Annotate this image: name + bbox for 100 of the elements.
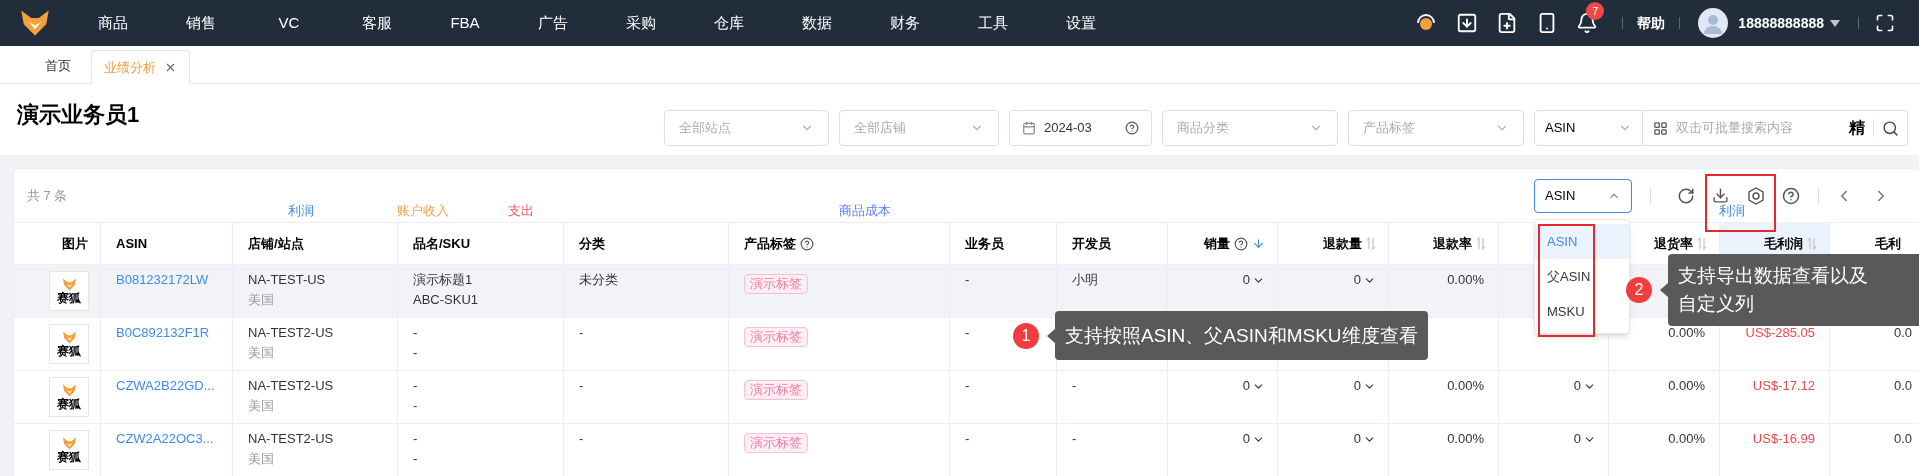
product-tag: 演示标签 xyxy=(744,274,808,294)
column-group-label: 利润 xyxy=(1719,203,1745,219)
column-group-label: 账户收入 xyxy=(397,203,449,219)
avatar[interactable] xyxy=(1698,8,1729,38)
help-icon[interactable] xyxy=(1234,236,1248,251)
cell-text: - xyxy=(579,431,584,446)
page-tab[interactable]: 首页 xyxy=(33,49,83,83)
product-tag: 演示标签 xyxy=(744,380,808,400)
nav-menu-item[interactable]: VC xyxy=(245,11,333,35)
settings-icon[interactable] xyxy=(1747,186,1765,205)
cell-text: - xyxy=(965,378,970,393)
product-name: - xyxy=(413,324,418,342)
search-field[interactable]: 双击可批量搜索内容 精 xyxy=(1643,110,1908,146)
cell-text: - xyxy=(579,325,584,340)
tooltip-arrow xyxy=(1660,283,1668,297)
search-type-select[interactable]: ASIN xyxy=(1534,110,1643,146)
count-dropdown[interactable]: 0 xyxy=(1353,270,1376,290)
fox-logo-icon xyxy=(61,277,77,291)
count-dropdown[interactable]: 0 xyxy=(1242,429,1265,449)
thumbnail-caption: 赛狐 xyxy=(57,290,81,305)
close-icon[interactable] xyxy=(164,61,177,74)
count-dropdown[interactable]: 0 xyxy=(1353,376,1376,396)
asin-link[interactable]: CZW2A22OC3... xyxy=(116,431,214,446)
notification-badge: 7 xyxy=(1586,2,1605,20)
rate-value: 0.00% xyxy=(1447,430,1484,448)
nav-menu-item[interactable]: 工具 xyxy=(949,11,1037,35)
profit-value: US$-17.12 xyxy=(1752,377,1815,395)
profit-value: US$-16.99 xyxy=(1752,430,1815,448)
cell-text: 未分类 xyxy=(579,272,618,287)
precise-search-button[interactable]: 精 xyxy=(1849,116,1865,140)
search-icon[interactable] xyxy=(1882,119,1899,137)
caret-icon[interactable] xyxy=(1830,19,1840,27)
help-icon[interactable] xyxy=(1782,186,1800,205)
sku-text: - xyxy=(413,450,418,468)
highlight-frame xyxy=(1705,174,1776,232)
sku-text: ABC-SKU1 xyxy=(413,291,479,309)
store-name: NA-TEST-US xyxy=(248,271,326,289)
nav-menu-item[interactable]: 数据 xyxy=(773,11,861,35)
rate-value: 0.0 xyxy=(1894,378,1913,393)
column-label: ASIN xyxy=(116,234,148,253)
column-label: 销量 xyxy=(1204,234,1230,253)
nav-menu-item[interactable]: 销售 xyxy=(157,11,245,35)
nav-menu-item[interactable]: FBA xyxy=(421,11,509,35)
column-label: 退货率 xyxy=(1654,234,1693,253)
nav-menu-item[interactable]: 商品 xyxy=(69,11,157,35)
column-label: 分类 xyxy=(579,234,605,253)
rate-value: 0.00% xyxy=(1447,377,1484,395)
sort-descending-icon[interactable] xyxy=(1252,237,1265,250)
help-link[interactable]: 帮助 xyxy=(1637,12,1666,34)
asin-link[interactable]: CZWA2B22GD... xyxy=(116,378,215,393)
count-dropdown[interactable]: 0 xyxy=(1573,429,1596,449)
count-dropdown[interactable]: 0 xyxy=(1353,429,1376,449)
download-icon[interactable] xyxy=(1456,12,1479,34)
nav-menu-item[interactable]: 采购 xyxy=(597,11,685,35)
column-label: 开发员 xyxy=(1072,234,1111,253)
table-row[interactable]: 赛狐 CZWA2B22GD... NA-TEST2-US 美国 - - - 演示标签 - - 0 0 0.00% 0 0.00% US$-17.12 0.0 xyxy=(14,371,1919,424)
column-label: 退款量 xyxy=(1323,234,1362,253)
rate-value: 0.00% xyxy=(1668,430,1705,448)
rate-value: 0.0 xyxy=(1894,431,1913,446)
fullscreen-icon[interactable] xyxy=(1875,13,1895,33)
callout-tooltip: 支持导出数据查看以及自定义列 xyxy=(1668,254,1919,326)
cell-text: - xyxy=(965,431,970,446)
rate-value: 0.00% xyxy=(1668,324,1705,342)
help-icon[interactable] xyxy=(1125,121,1139,135)
column-label: 业务员 xyxy=(965,234,1004,253)
product-name: 演示标题1 xyxy=(413,271,473,289)
cell-text: 小明 xyxy=(1072,272,1098,287)
column-label: 产品标签 xyxy=(744,234,796,253)
user-name[interactable]: 18888888888 xyxy=(1738,12,1824,34)
rate-value: 0.00% xyxy=(1447,271,1484,289)
help-icon[interactable] xyxy=(800,236,814,251)
profit-value: US$-285.05 xyxy=(1745,324,1815,342)
nav-menu-item[interactable]: 仓库 xyxy=(685,11,773,35)
cell-text: - xyxy=(965,272,970,287)
nav-menu-item[interactable]: 财务 xyxy=(861,11,949,35)
column-label: 毛利润 xyxy=(1764,234,1803,253)
nav-menu-item[interactable]: 设置 xyxy=(1037,11,1125,35)
site-name: 美国 xyxy=(248,397,274,415)
dimension-select[interactable]: ASIN xyxy=(1534,178,1632,213)
nav-menu-item[interactable]: 广告 xyxy=(509,11,597,35)
column-label: 退款率 xyxy=(1433,234,1472,253)
sku-text: - xyxy=(413,344,418,362)
month-picker[interactable]: 2024-03 xyxy=(1009,110,1152,146)
product-tag: 演示标签 xyxy=(744,433,808,453)
count-dropdown[interactable]: 0 xyxy=(1573,376,1596,396)
product-name: - xyxy=(413,377,418,395)
fox-logo-icon xyxy=(61,330,77,344)
fox-logo-icon xyxy=(61,436,77,450)
sku-text: - xyxy=(413,397,418,415)
count-dropdown[interactable]: 0 xyxy=(1242,270,1265,290)
nav-menu-item[interactable]: 客服 xyxy=(333,11,421,35)
column-label: 店铺/站点 xyxy=(248,234,304,253)
callout-tooltip: 支持按照ASIN、父ASIN和MSKU维度查看 xyxy=(1055,311,1428,360)
column-label: 毛利 xyxy=(1875,234,1901,253)
column-group-label: 商品成本 xyxy=(839,203,891,219)
site-name: 美国 xyxy=(248,291,274,309)
refresh-icon[interactable] xyxy=(1677,186,1695,205)
download-icon[interactable] xyxy=(1712,187,1729,204)
cell-text: - xyxy=(579,378,584,393)
count-dropdown[interactable]: 0 xyxy=(1242,376,1265,396)
